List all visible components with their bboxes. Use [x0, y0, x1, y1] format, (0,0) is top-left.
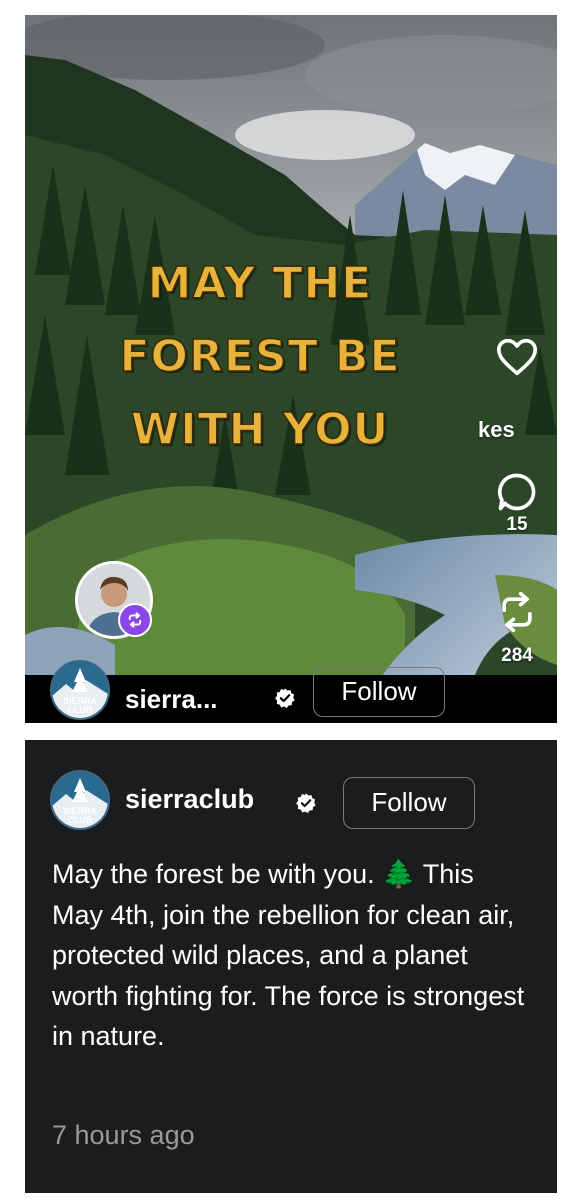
verified-badge-icon: [275, 688, 295, 709]
logo-text-club: CLUB: [67, 705, 93, 715]
post-author-logo[interactable]: SIERRA CLUB: [50, 770, 110, 830]
comments-count: 15: [506, 514, 528, 535]
remix-icon: [128, 612, 142, 628]
post-follow-button[interactable]: Follow: [343, 777, 475, 829]
like-button[interactable]: [487, 337, 547, 377]
verified-badge-icon: [296, 793, 316, 814]
comment-button[interactable]: 15: [487, 470, 547, 536]
repost-button[interactable]: 284: [487, 589, 547, 667]
repost-icon: [502, 591, 532, 633]
headline-line-2: FOREST BE: [119, 330, 401, 383]
comment-icon: [497, 473, 536, 511]
headline-line-3: WITH YOU: [130, 403, 390, 456]
remix-badge[interactable]: [118, 603, 152, 637]
post-username[interactable]: sierraclub: [125, 784, 254, 815]
sierra-club-logo[interactable]: SIERRA CLUB: [50, 660, 110, 720]
reel-follow-button[interactable]: Follow: [313, 667, 445, 717]
post-card: SIERRA CLUB sierraclub Follow May the fo…: [25, 740, 557, 1193]
post-timestamp: 7 hours ago: [52, 1120, 195, 1150]
headline-line-1: MAY THE: [147, 257, 373, 310]
reel-card[interactable]: MAY THE FOREST BE WITH YOU kes 15 284 SI…: [25, 15, 557, 723]
reel-username[interactable]: sierra...: [125, 675, 218, 723]
logo-text-club: CLUB: [67, 815, 93, 825]
post-caption: May the forest be with you. 🌲 This May 4…: [52, 859, 525, 1051]
reel-action-rail: 15 284: [487, 15, 547, 723]
reposts-count: 284: [501, 645, 533, 666]
reel-headline: MAY THE FOREST BE WITH YOU: [25, 247, 495, 466]
heart-icon: [497, 338, 538, 376]
